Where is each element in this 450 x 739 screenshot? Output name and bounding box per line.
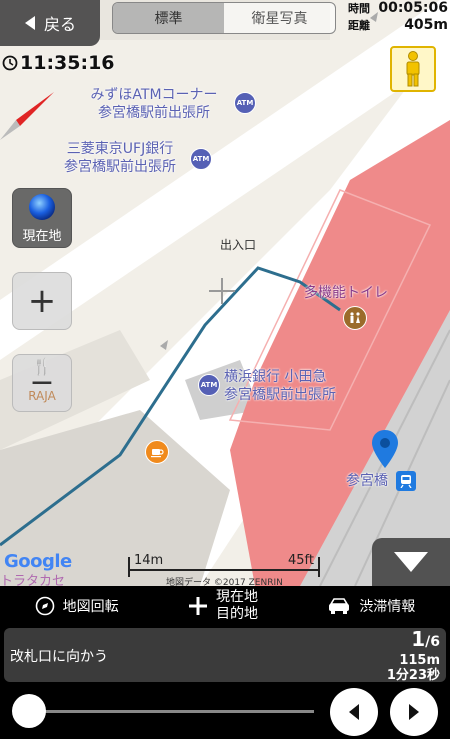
entrance-label: 出入口 [220, 238, 257, 252]
distance-value: 405m [404, 17, 448, 33]
clock-icon [2, 55, 18, 71]
chevron-down-icon [394, 552, 428, 572]
car-icon [329, 598, 350, 614]
poi-yokohama-line1: 横浜銀行 小田急 [224, 369, 327, 385]
current-location-label: 現在地 [22, 228, 62, 244]
bottom-toolbar: 地図回転 現在地 目的地 渋滞情報 [0, 586, 450, 626]
poi-ufj-atm[interactable]: 三菱東京UFJ銀行 参宮橋駅前出張所 [50, 140, 190, 176]
bottom-controls [0, 686, 450, 739]
progress-slider-handle[interactable] [12, 694, 46, 728]
step-total: 6 [430, 634, 440, 650]
toilet-icon[interactable] [343, 306, 367, 330]
walking-mode-button[interactable] [390, 46, 436, 92]
step-time: 1分23秒 [386, 668, 440, 683]
step-summary: 1/6 115m 1分23秒 [350, 628, 440, 683]
destination-label: 目的地 [215, 606, 258, 622]
restaurant-icon: 🍴 [32, 357, 52, 376]
google-logo-text: Google [4, 551, 72, 572]
current-location-button[interactable]: 現在地 [12, 188, 72, 248]
step-distance: 115m [399, 653, 440, 668]
compass-icon [35, 596, 54, 616]
traffic-label: 渋滞情報 [359, 599, 416, 615]
poi-mizuho-line2: 参宮橋駅前出張所 [98, 105, 210, 121]
step-instruction: 改札口に向かう [10, 649, 108, 665]
google-logo: Google [4, 551, 72, 572]
scale-meters: 14m [134, 553, 164, 568]
poi-label-raja: RAJA [28, 389, 56, 403]
poi-mizuho-line1: みずほATMコーナー [90, 87, 218, 103]
map-rotate-button[interactable]: 地図回転 [35, 596, 119, 616]
zoom-out-button[interactable]: 🍴 − RAJA [12, 354, 72, 412]
plus-icon [188, 597, 207, 615]
next-step-button[interactable] [390, 688, 438, 736]
poi-ufj-line1: 三菱東京UFJ銀行 [66, 141, 174, 157]
time-value: 00:05:06 [378, 0, 448, 16]
location-orb-icon [29, 193, 55, 220]
destination-pin-icon[interactable] [372, 430, 398, 472]
scale-feet: 45ft [288, 553, 314, 568]
progress-track[interactable] [14, 710, 314, 713]
current-label: 現在地 [215, 589, 258, 605]
current-time: 11:35:16 [2, 52, 115, 74]
back-arrow-icon [24, 16, 35, 30]
tab-standard[interactable]: 標準 [113, 3, 224, 33]
trip-info: 時間 00:05:06 距離 405m [348, 0, 448, 34]
atm-icon[interactable]: ATM [234, 92, 256, 114]
back-label: 戻る [43, 15, 76, 34]
zoom-in-button[interactable]: + [12, 272, 72, 330]
rotate-label: 地図回転 [62, 599, 119, 615]
tab-satellite[interactable]: 衛星写真 [224, 3, 335, 33]
map-type-selector[interactable]: 標準 衛星写真 [112, 2, 336, 34]
map-copyright: 地図データ ©2017 ZENRIN [166, 578, 283, 586]
cafe-icon[interactable] [145, 440, 169, 464]
train-icon[interactable] [396, 471, 416, 491]
poi-mizuho-atm[interactable]: みずほATMコーナー 参宮橋駅前出張所 [74, 86, 234, 122]
poi-ufj-line2: 参宮橋駅前出張所 [64, 159, 176, 175]
step-current: 1 [411, 627, 426, 651]
poi-yokohama-line2: 参宮橋駅前出張所 [224, 387, 336, 403]
zoom-in-icon: + [27, 281, 57, 321]
chevron-right-icon [409, 704, 419, 720]
distance-label: 距離 [348, 19, 370, 32]
route-step-bar[interactable]: 改札口に向かう 1/6 115m 1分23秒 [4, 628, 446, 683]
poi-partial-label: トラタカセ [0, 574, 66, 586]
clock-value: 11:35:16 [20, 52, 115, 74]
chevron-left-icon [349, 704, 359, 720]
back-button[interactable]: 戻る [0, 0, 100, 46]
compass-needle [16, 92, 54, 126]
poi-yokohama-bank[interactable]: 横浜銀行 小田急 参宮橋駅前出張所 [224, 368, 336, 404]
traffic-info-button[interactable]: 渋滞情報 [327, 596, 415, 616]
previous-step-button[interactable] [330, 688, 378, 736]
station-label[interactable]: 参宮橋 [346, 472, 388, 490]
current-to-destination-button[interactable]: 現在地 目的地 [188, 589, 258, 623]
person-icon [406, 51, 420, 87]
atm-icon[interactable]: ATM [190, 148, 212, 170]
atm-icon[interactable]: ATM [198, 374, 220, 396]
poi-toilet-label[interactable]: 多機能トイレ [304, 284, 388, 302]
time-label: 時間 [348, 2, 370, 15]
collapse-button[interactable] [372, 538, 450, 586]
